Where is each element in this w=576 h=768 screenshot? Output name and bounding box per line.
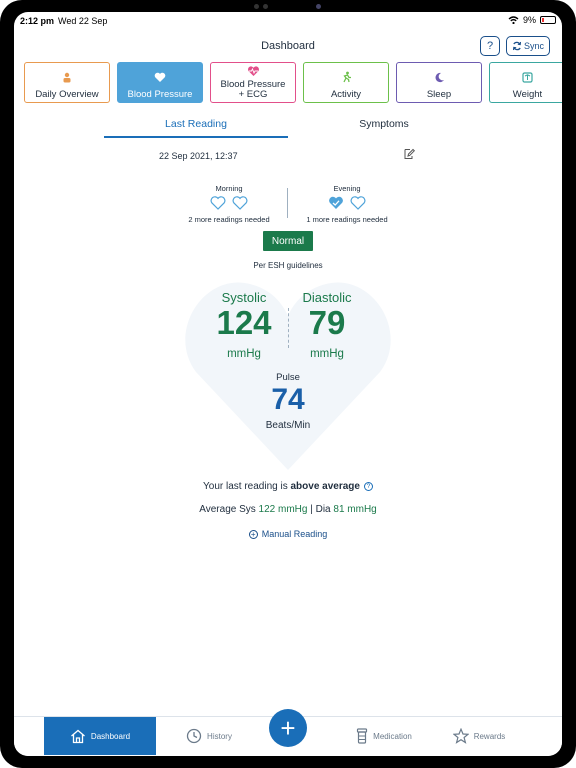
manual-reading-link[interactable]: + Manual Reading — [14, 529, 562, 539]
tab-symptoms[interactable]: Symptoms — [294, 118, 474, 138]
sync-button[interactable]: Sync — [506, 36, 550, 56]
status-date: Wed 22 Sep — [58, 16, 108, 26]
category-label: Daily Overview — [35, 89, 99, 100]
star-icon — [452, 728, 469, 744]
battery-percent: 9% — [522, 15, 536, 25]
category-sleep[interactable]: Sleep — [396, 62, 482, 103]
plus-icon: + — [280, 713, 296, 743]
sensor-dot — [254, 4, 259, 9]
evening-readings: Evening 1 more readings needed — [287, 184, 407, 224]
nav-medication[interactable]: Medication — [339, 717, 429, 755]
reading-comparison: Your last reading is above average? — [14, 481, 562, 492]
diastolic-label: Diastolic — [302, 290, 352, 305]
pulse-label: Pulse — [276, 372, 300, 383]
evening-hearts — [287, 196, 407, 212]
average-dia-label: | Dia — [307, 504, 334, 515]
category-blood-pressure-ecg[interactable]: Blood Pressure + ECG — [210, 62, 296, 103]
category-tabs: Daily Overview Blood Pressure Blood Pres… — [24, 62, 562, 103]
pill-bottle-icon — [357, 728, 368, 744]
comparison-emphasis: above average — [290, 481, 360, 492]
sensor-dot — [263, 4, 268, 9]
category-activity[interactable]: Activity — [303, 62, 389, 103]
edit-icon[interactable] — [403, 148, 417, 162]
person-icon — [62, 72, 72, 86]
sync-label: Sync — [523, 41, 544, 51]
nav-rewards[interactable]: Rewards — [444, 717, 514, 755]
category-label: Blood Pressure — [127, 89, 193, 100]
status-badge: Normal — [263, 231, 313, 251]
heart-outline-icon — [350, 196, 366, 210]
status-time: 2:12 pm — [20, 16, 55, 26]
diastolic-unit: mmHg — [310, 348, 344, 360]
sync-icon — [512, 41, 522, 51]
wifi-icon — [508, 16, 519, 24]
category-weight[interactable]: Weight — [489, 62, 562, 103]
systolic-unit: mmHg — [227, 348, 261, 360]
heart-check-icon — [329, 196, 343, 209]
nav-label: Dashboard — [90, 731, 131, 741]
heart-outline-icon — [210, 196, 226, 210]
morning-note: 2 more readings needed — [188, 215, 270, 224]
info-icon[interactable]: ? — [363, 482, 373, 491]
app-header: Dashboard ? Sync — [14, 36, 562, 60]
comparison-text: Your last reading is — [203, 481, 291, 492]
manual-reading-label: Manual Reading — [261, 529, 328, 539]
morning-label: Morning — [215, 184, 243, 193]
heart-outline-icon — [232, 196, 248, 210]
nav-label: Rewards — [473, 731, 506, 741]
category-label: Activity — [330, 89, 362, 100]
average-line: Average Sys 122 mmHg | Dia 81 mmHg — [14, 504, 562, 515]
morning-readings: Morning 2 more readings needed — [169, 184, 289, 224]
systolic-value: 124 — [216, 304, 272, 341]
systolic-label: Systolic — [221, 290, 267, 305]
device-bezel: 2:12 pm Wed 22 Sep 9% Dashboard ? Sync D… — [0, 0, 576, 768]
home-icon — [71, 729, 85, 743]
app-screen: 2:12 pm Wed 22 Sep 9% Dashboard ? Sync D… — [14, 12, 562, 756]
average-dia-value: 81 mmHg — [333, 504, 377, 515]
pulse-value: 74 — [271, 383, 305, 416]
category-label: Weight — [512, 89, 543, 100]
plus-circle-icon: + — [248, 530, 258, 539]
activity-icon — [340, 71, 352, 86]
status-bar: 2:12 pm Wed 22 Sep 9% — [14, 12, 562, 30]
battery-icon — [540, 16, 556, 24]
average-sys-value: 122 mmHg — [258, 504, 308, 515]
scale-icon — [522, 72, 533, 86]
nav-label: Medication — [373, 731, 412, 741]
add-reading-button[interactable]: + — [269, 709, 307, 747]
status-indicators: 9% — [508, 15, 556, 25]
clock-icon — [186, 728, 202, 744]
help-icon: ? — [486, 40, 494, 52]
average-sys-label: Average Sys — [199, 504, 259, 515]
evening-label: Evening — [333, 184, 361, 193]
reading-datetime: 22 Sep 2021, 12:37 — [159, 151, 238, 161]
bp-divider — [288, 308, 289, 348]
diastolic-value: 79 — [308, 304, 346, 341]
guideline-text: Per ESH guidelines — [253, 261, 323, 270]
evening-note: 1 more readings needed — [306, 215, 388, 224]
category-label: Sleep — [426, 89, 452, 100]
category-label: Blood Pressure + ECG — [220, 79, 286, 100]
category-daily-overview[interactable]: Daily Overview — [24, 62, 110, 103]
nav-label: History — [207, 731, 232, 741]
nav-dashboard[interactable]: Dashboard — [44, 717, 156, 755]
reading-subtabs: Last Reading Symptoms — [104, 118, 474, 138]
heart-icon — [154, 72, 166, 86]
camera-icon — [316, 4, 321, 9]
moon-icon — [434, 72, 445, 86]
tab-last-reading[interactable]: Last Reading — [104, 118, 288, 138]
heart-ecg-icon — [247, 66, 260, 80]
help-button[interactable]: ? — [480, 36, 500, 56]
pulse-unit: Beats/Min — [265, 420, 311, 431]
category-blood-pressure[interactable]: Blood Pressure — [117, 62, 203, 103]
nav-history[interactable]: History — [174, 717, 244, 755]
morning-hearts — [169, 196, 289, 212]
